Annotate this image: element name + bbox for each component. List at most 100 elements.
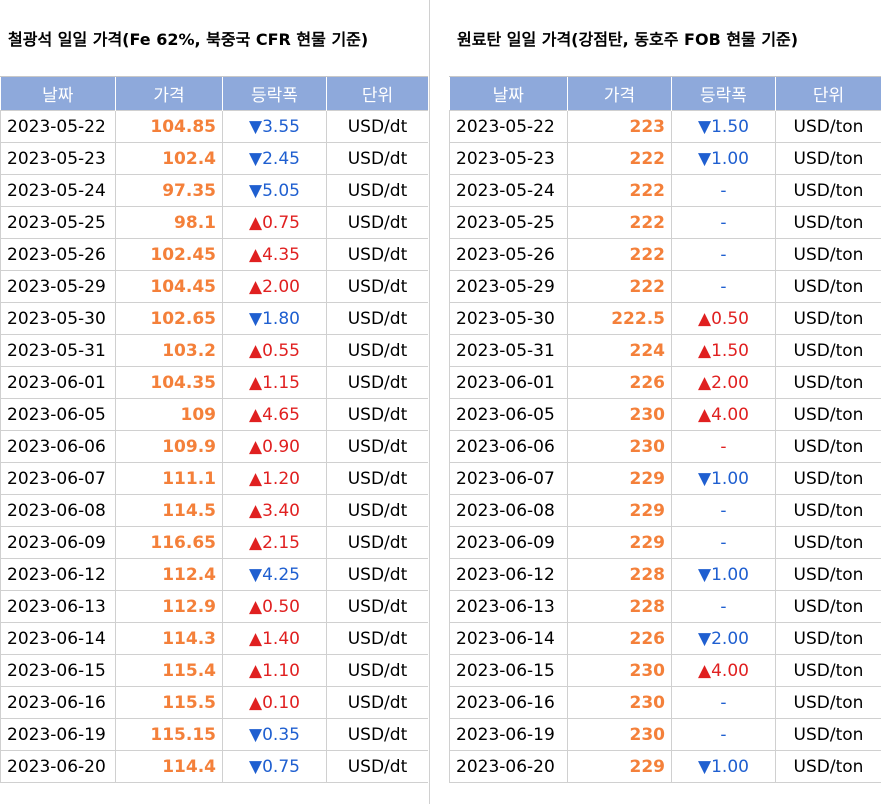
row-change: ▼0.35 — [222, 718, 327, 751]
row-price: 109 — [115, 398, 223, 431]
table-row: 2023-05-22 104.85 ▼3.55 USD/dt — [0, 110, 429, 143]
row-unit: USD/dt — [326, 622, 429, 655]
row-date: 2023-05-25 — [449, 206, 568, 239]
row-unit: USD/ton — [775, 334, 881, 367]
table-row: 2023-06-05 230 ▲4.00 USD/ton — [449, 398, 881, 431]
row-unit: USD/dt — [326, 334, 429, 367]
row-unit: USD/ton — [775, 142, 881, 175]
table-row: 2023-06-15 115.4 ▲1.10 USD/dt — [0, 654, 429, 687]
row-price: 104.35 — [115, 366, 223, 399]
row-change: - — [671, 718, 776, 751]
row-change: ▼4.25 — [222, 558, 327, 591]
row-unit: USD/dt — [326, 398, 429, 431]
row-change: ▼2.00 — [671, 622, 776, 655]
row-date: 2023-06-06 — [449, 430, 568, 463]
row-price: 222.5 — [567, 302, 672, 335]
table-row: 2023-06-06 109.9 ▲0.90 USD/dt — [0, 430, 429, 463]
row-unit: USD/dt — [326, 494, 429, 527]
row-price: 114.5 — [115, 494, 223, 527]
row-change: ▼1.50 — [671, 110, 776, 143]
row-price: 230 — [567, 654, 672, 687]
table-row: 2023-06-07 229 ▼1.00 USD/ton — [449, 462, 881, 495]
table-row: 2023-06-16 230 - USD/ton — [449, 686, 881, 719]
row-unit: USD/ton — [775, 174, 881, 207]
row-unit: USD/ton — [775, 558, 881, 591]
table-row: 2023-05-24 222 - USD/ton — [449, 174, 881, 207]
down-arrow-icon: ▼ — [698, 756, 712, 777]
row-change: ▲2.00 — [222, 270, 327, 303]
change-value: 1.40 — [262, 628, 300, 649]
row-price: 115.15 — [115, 718, 223, 751]
change-value: 3.55 — [262, 116, 300, 137]
row-unit: USD/dt — [326, 686, 429, 719]
row-date: 2023-06-06 — [0, 430, 116, 463]
row-price: 224 — [567, 334, 672, 367]
coking-coal-panel: 원료탄 일일 가격(강점탄, 동호주 FOB 현물 기준) 날짜 가격 등락폭 … — [449, 0, 881, 804]
row-price: 222 — [567, 238, 672, 271]
row-change: ▲1.20 — [222, 462, 327, 495]
row-price: 229 — [567, 494, 672, 527]
change-value: 0.55 — [262, 340, 300, 361]
table-row: 2023-05-25 222 - USD/ton — [449, 206, 881, 239]
row-unit: USD/ton — [775, 430, 881, 463]
change-value: 4.35 — [262, 244, 300, 265]
change-value: 1.00 — [711, 468, 749, 489]
iron-ore-table: 날짜 가격 등락폭 단위 2023-05-22 104.85 ▼3.55 USD/dt… — [0, 77, 429, 783]
down-arrow-icon: ▼ — [249, 116, 263, 137]
row-date: 2023-06-20 — [449, 750, 568, 783]
row-date: 2023-06-16 — [449, 686, 568, 719]
row-price: 104.45 — [115, 270, 223, 303]
table-row: 2023-06-09 116.65 ▲2.15 USD/dt — [0, 526, 429, 559]
iron-ore-panel: 철광석 일일 가격(Fe 62%, 북중국 CFR 현물 기준) 날짜 가격 등… — [0, 0, 429, 804]
table-row: 2023-05-30 102.65 ▼1.80 USD/dt — [0, 302, 429, 335]
table-row: 2023-06-14 226 ▼2.00 USD/ton — [449, 622, 881, 655]
row-unit: USD/ton — [775, 110, 881, 143]
table-row: 2023-06-19 230 - USD/ton — [449, 718, 881, 751]
header-price: 가격 — [567, 77, 672, 111]
row-date: 2023-05-23 — [0, 142, 116, 175]
down-arrow-icon: ▼ — [698, 116, 712, 137]
row-price: 116.65 — [115, 526, 223, 559]
table-row: 2023-06-14 114.3 ▲1.40 USD/dt — [0, 622, 429, 655]
row-change: - — [671, 238, 776, 271]
change-value: - — [720, 500, 727, 521]
row-date: 2023-06-01 — [449, 366, 568, 399]
table-row: 2023-05-24 97.35 ▼5.05 USD/dt — [0, 174, 429, 207]
change-value: 2.00 — [262, 276, 300, 297]
row-date: 2023-06-05 — [0, 398, 116, 431]
row-change: ▼1.00 — [671, 558, 776, 591]
up-arrow-icon: ▲ — [249, 532, 263, 553]
row-unit: USD/dt — [326, 110, 429, 143]
row-price: 228 — [567, 590, 672, 623]
row-unit: USD/dt — [326, 526, 429, 559]
down-arrow-icon: ▼ — [698, 564, 712, 585]
row-price: 112.9 — [115, 590, 223, 623]
table-row: 2023-06-08 114.5 ▲3.40 USD/dt — [0, 494, 429, 527]
row-change: ▲0.50 — [671, 302, 776, 335]
header-date: 날짜 — [449, 77, 568, 111]
change-value: 0.10 — [262, 692, 300, 713]
up-arrow-icon: ▲ — [249, 660, 263, 681]
table-row: 2023-06-01 104.35 ▲1.15 USD/dt — [0, 366, 429, 399]
table-row: 2023-06-15 230 ▲4.00 USD/ton — [449, 654, 881, 687]
change-value: - — [720, 244, 727, 265]
header-date: 날짜 — [0, 77, 116, 111]
row-date: 2023-06-01 — [0, 366, 116, 399]
row-price: 222 — [567, 174, 672, 207]
row-change: ▲2.15 — [222, 526, 327, 559]
row-unit: USD/dt — [326, 142, 429, 175]
change-value: 1.00 — [711, 148, 749, 169]
table-row: 2023-06-08 229 - USD/ton — [449, 494, 881, 527]
change-value: - — [720, 596, 727, 617]
up-arrow-icon: ▲ — [698, 404, 712, 425]
row-unit: USD/dt — [326, 718, 429, 751]
up-arrow-icon: ▲ — [698, 308, 712, 329]
up-arrow-icon: ▲ — [249, 372, 263, 393]
change-value: - — [720, 724, 727, 745]
row-change: - — [671, 174, 776, 207]
row-unit: USD/dt — [326, 590, 429, 623]
table-row: 2023-05-25 98.1 ▲0.75 USD/dt — [0, 206, 429, 239]
down-arrow-icon: ▼ — [249, 724, 263, 745]
row-unit: USD/ton — [775, 686, 881, 719]
change-value: 2.00 — [711, 372, 749, 393]
